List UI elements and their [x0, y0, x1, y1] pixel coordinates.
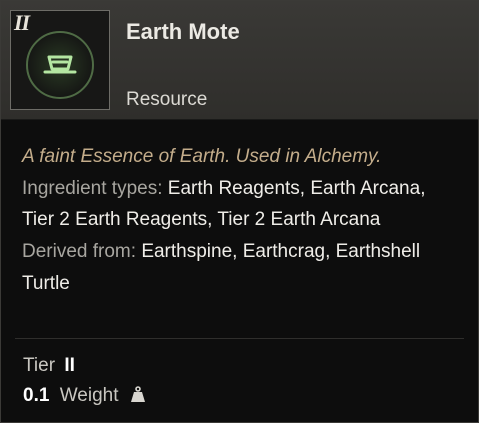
tier-value: II	[64, 355, 75, 376]
item-tooltip: II Earth Mote Resource A faint Essence o…	[0, 0, 479, 423]
ingredient-types-row: Ingredient types: Earth Reagents, Earth …	[22, 173, 462, 236]
weight-row: 0.1 Weight	[23, 385, 146, 407]
weight-icon	[130, 386, 145, 402]
item-type: Resource	[126, 89, 208, 110]
weight-value: 0.1	[23, 385, 50, 406]
weight-label: Weight	[59, 385, 119, 406]
derived-from-row: Derived from: Earthspine, Earthcrag, Ear…	[22, 236, 462, 299]
derived-from-label: Derived from:	[22, 241, 137, 263]
tier-row: Tier II	[23, 355, 75, 377]
item-description: A faint Essence of Earth. Used in Alchem…	[22, 141, 462, 300]
ingredient-types-label: Ingredient types:	[22, 177, 163, 199]
tooltip-header: II Earth Mote Resource	[1, 1, 478, 120]
flavor-text: A faint Essence of Earth. Used in Alchem…	[22, 146, 382, 167]
divider	[15, 338, 464, 339]
item-icon-frame: II	[10, 10, 110, 110]
tier-label: Tier	[23, 355, 56, 376]
tier-badge: II	[14, 10, 30, 35]
item-name: Earth Mote	[126, 19, 240, 44]
